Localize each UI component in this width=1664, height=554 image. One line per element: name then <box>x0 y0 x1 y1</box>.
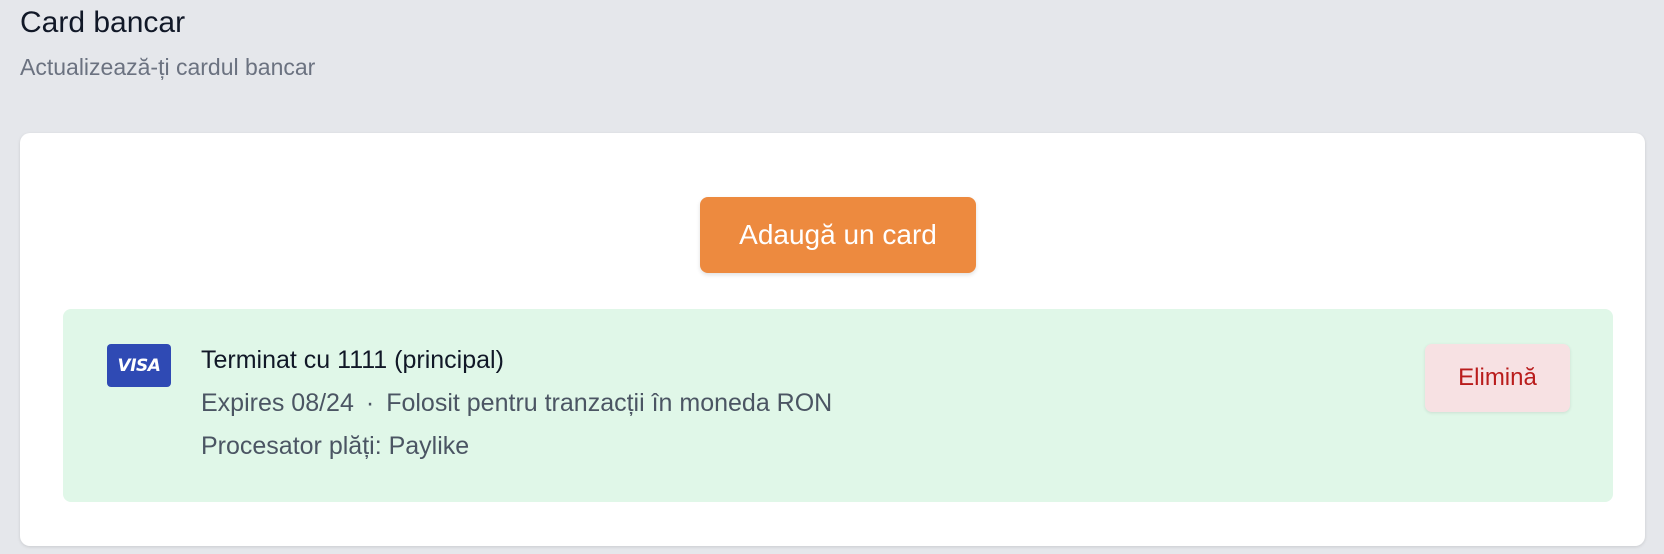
card-currency-usage: Folosit pentru tranzacții în moneda RON <box>386 389 833 417</box>
remove-card-button[interactable]: Elimină <box>1425 344 1570 412</box>
page-subtitle: Actualizează-ți cardul bancar <box>20 54 316 80</box>
card-meta: Expires 08/24 · Folosit pentru tranzacții … <box>201 386 832 420</box>
bank-card-panel: Adaugă un card VISA Terminat cu 1111 (pr… <box>20 133 1645 546</box>
meta-separator: · <box>365 389 375 417</box>
card-processor: Procesator plăți: Paylike <box>201 432 470 460</box>
saved-card-item: VISA Terminat cu 1111 (principal) Expire… <box>63 309 1613 502</box>
page-title: Card bancar <box>20 6 186 39</box>
page-header: Card bancar Actualizează-ți cardul banca… <box>20 0 315 82</box>
card-details: Terminat cu 1111 (principal) Expires 08/… <box>201 343 832 463</box>
card-expiry: Expires 08/24 <box>201 389 354 417</box>
visa-card-icon: VISA <box>107 344 171 387</box>
add-card-button[interactable]: Adaugă un card <box>700 197 976 273</box>
card-title: Terminat cu 1111 (principal) <box>201 346 504 374</box>
